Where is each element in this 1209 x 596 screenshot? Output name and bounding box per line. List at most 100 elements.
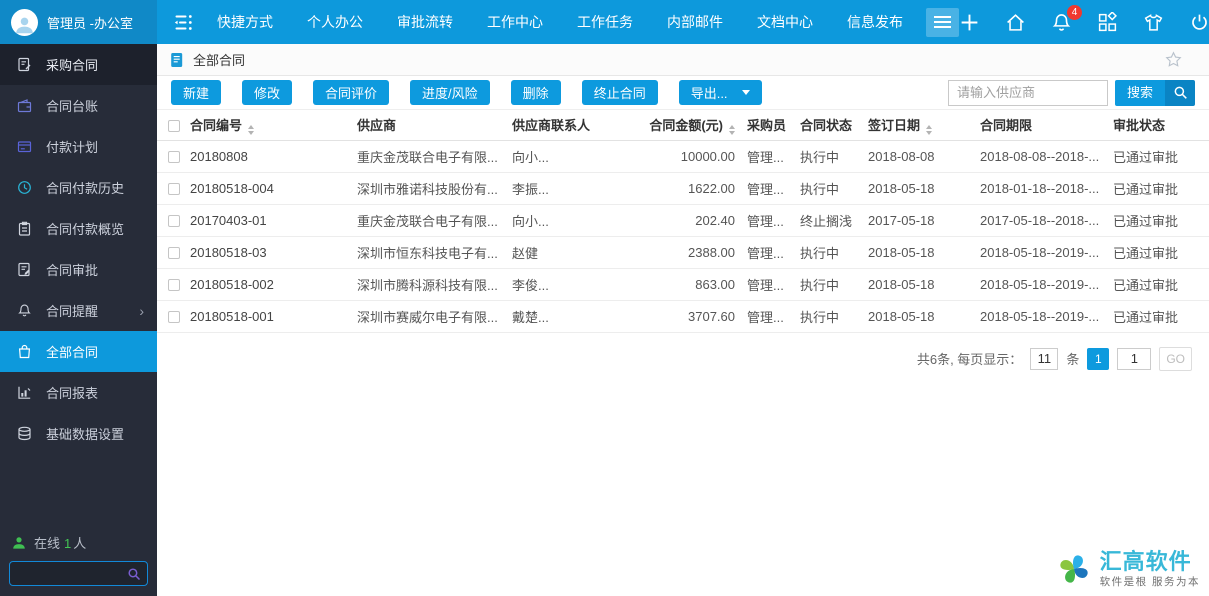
- cell-supplier-contact: 向小...: [512, 204, 634, 237]
- column-header-contract-status: 合同状态: [800, 110, 868, 141]
- chevron-down-icon: [741, 90, 750, 95]
- sidebar-item-contract-reminder[interactable]: 合同提醒 ›: [0, 290, 157, 331]
- row-checkbox[interactable]: [167, 215, 180, 228]
- sidebar-bottom: 在线 1人: [0, 533, 157, 586]
- row-checkbox[interactable]: [167, 247, 180, 260]
- cell-contract-no: 20180518-001: [190, 300, 357, 333]
- column-header-contract-no[interactable]: 合同编号: [190, 110, 357, 141]
- cell-contract-no: 20180518-002: [190, 268, 357, 301]
- nav-item-quick-access[interactable]: 快捷方式: [200, 0, 290, 44]
- clipboard-icon: [17, 221, 33, 236]
- page-size-input[interactable]: [1030, 347, 1059, 370]
- table-row[interactable]: 20180518-03 深圳市恒东科技电子有... 赵健 2388.00 管理... 执行…: [157, 236, 1209, 269]
- nav-item-personal-office[interactable]: 个人办公: [290, 0, 380, 44]
- sort-icon[interactable]: [248, 124, 255, 135]
- page-title: 全部合同: [193, 53, 246, 68]
- table-row[interactable]: 20180808 重庆金茂联合电子有限... 向小... 10000.00 管理... 执…: [157, 140, 1209, 173]
- top-nav: 快捷方式 个人办公 审批流转 工作中心 工作任务 内部邮件 文档中心 信息发布: [200, 0, 920, 44]
- sidebar-item-contract-approval[interactable]: 合同审批: [0, 249, 157, 290]
- user-area[interactable]: 管理员 -办公室: [0, 0, 157, 44]
- power-icon[interactable]: [1189, 12, 1209, 33]
- select-all-checkbox[interactable]: [167, 119, 180, 132]
- avatar: [11, 8, 38, 36]
- cell-sign-date: 2018-05-18: [868, 300, 980, 333]
- hamburger-button[interactable]: [926, 7, 959, 37]
- new-button[interactable]: 新建: [171, 80, 222, 105]
- cell-supplier: 深圳市恒东科技电子有...: [357, 236, 512, 269]
- table-row[interactable]: 20180518-004 深圳市雅诺科技股份有... 李振... 1622.00 管理.…: [157, 172, 1209, 205]
- nav-item-work-tasks[interactable]: 工作任务: [560, 0, 650, 44]
- row-checkbox[interactable]: [167, 311, 180, 324]
- search-icon[interactable]: [127, 567, 141, 581]
- search-button[interactable]: 搜索: [1114, 79, 1195, 106]
- online-label: 在线: [34, 536, 61, 551]
- column-header-approval-status: 审批状态: [1113, 110, 1209, 141]
- cell-contract-status: 执行中: [800, 172, 868, 205]
- sidebar-search-input[interactable]: [10, 566, 127, 581]
- sidebar-item-contract-payment-history[interactable]: 合同付款历史: [0, 167, 157, 208]
- online-suffix: 人: [73, 536, 87, 551]
- nav-item-approval-flow[interactable]: 审批流转: [380, 0, 470, 44]
- notification-badge: 4: [1067, 4, 1082, 20]
- sidebar-item-payment-plan[interactable]: 付款计划: [0, 126, 157, 167]
- nav-item-document-center[interactable]: 文档中心: [740, 0, 830, 44]
- bell-icon: [17, 303, 33, 318]
- pinwheel-logo-icon: [1059, 555, 1088, 583]
- goto-page-input[interactable]: [1117, 347, 1152, 370]
- sidebar-item-label: 采购合同: [46, 58, 99, 73]
- contract-evaluate-button[interactable]: 合同评价: [313, 80, 390, 105]
- export-button[interactable]: 导出...: [678, 80, 762, 105]
- cell-purchaser: 管理...: [747, 204, 800, 237]
- cell-supplier: 深圳市赛威尔电子有限...: [357, 300, 512, 333]
- sidebar-item-contract-payment-overview[interactable]: 合同付款概览: [0, 208, 157, 249]
- table-row[interactable]: 20170403-01 重庆金茂联合电子有限... 向小... 202.40 管理...…: [157, 204, 1209, 237]
- progress-risk-button[interactable]: 进度/风险: [410, 80, 490, 105]
- nav-item-work-center[interactable]: 工作中心: [470, 0, 560, 44]
- delete-button[interactable]: 删除: [510, 80, 561, 105]
- apps-icon[interactable]: [1097, 11, 1118, 33]
- plus-icon[interactable]: [959, 12, 980, 33]
- sidebar-item-purchase-contract[interactable]: 采购合同: [0, 44, 157, 85]
- row-checkbox[interactable]: [167, 183, 180, 196]
- sidebar-item-all-contracts[interactable]: 全部合同: [0, 331, 157, 372]
- current-page-button[interactable]: 1: [1087, 347, 1110, 370]
- wallet-icon: [17, 98, 33, 113]
- column-header-amount[interactable]: 合同金额(元): [634, 110, 747, 141]
- sidebar-item-label: 基础数据设置: [46, 427, 125, 442]
- nav-item-internal-mail[interactable]: 内部邮件: [650, 0, 740, 44]
- go-button[interactable]: GO: [1159, 346, 1192, 371]
- table-row[interactable]: 20180518-001 深圳市赛威尔电子有限... 戴楚... 3707.60 管理.…: [157, 300, 1209, 333]
- cell-supplier: 深圳市雅诺科技股份有...: [357, 172, 512, 205]
- sidebar-item-contract-report[interactable]: 合同报表: [0, 372, 157, 413]
- sidebar-item-base-data-settings[interactable]: 基础数据设置: [0, 413, 157, 454]
- cell-amount: 1622.00: [634, 172, 747, 205]
- cell-supplier-contact: 李俊...: [512, 268, 634, 301]
- sidebar-item-contract-ledger[interactable]: 合同台账: [0, 85, 157, 126]
- modify-button[interactable]: 修改: [242, 80, 293, 105]
- doc-sign-icon: [17, 262, 33, 277]
- favorite-star-icon[interactable]: [1165, 51, 1182, 68]
- sidebar-item-label: 全部合同: [46, 345, 99, 360]
- table-row[interactable]: 20180518-002 深圳市腾科源科技有限... 李俊... 863.00 管理..…: [157, 268, 1209, 301]
- supplier-search-input[interactable]: [947, 79, 1108, 106]
- cell-contract-status: 执行中: [800, 300, 868, 333]
- cell-amount: 863.00: [634, 268, 747, 301]
- column-header-supplier-contact: 供应商联系人: [512, 110, 634, 141]
- sidebar-item-label: 合同报表: [46, 386, 99, 401]
- sidebar-item-label: 合同台账: [46, 99, 99, 114]
- home-icon[interactable]: [1005, 12, 1026, 33]
- row-checkbox[interactable]: [167, 151, 180, 164]
- sort-icon[interactable]: [729, 124, 735, 135]
- row-checkbox[interactable]: [167, 279, 180, 292]
- sort-icon[interactable]: [926, 124, 933, 135]
- shirt-icon[interactable]: [1143, 12, 1164, 33]
- cell-contract-status: 执行中: [800, 268, 868, 301]
- bell-icon[interactable]: 4: [1051, 4, 1082, 33]
- column-header-sign-date[interactable]: 签订日期: [868, 110, 980, 141]
- menu-collapse-icon[interactable]: [172, 14, 194, 31]
- terminate-contract-button[interactable]: 终止合同: [581, 80, 658, 105]
- online-count: 1: [64, 536, 72, 551]
- cell-amount: 2388.00: [634, 236, 747, 269]
- toolbar: 新建修改合同评价进度/风险删除终止合同 导出... 搜索: [157, 76, 1209, 110]
- nav-item-info-publish[interactable]: 信息发布: [830, 0, 920, 44]
